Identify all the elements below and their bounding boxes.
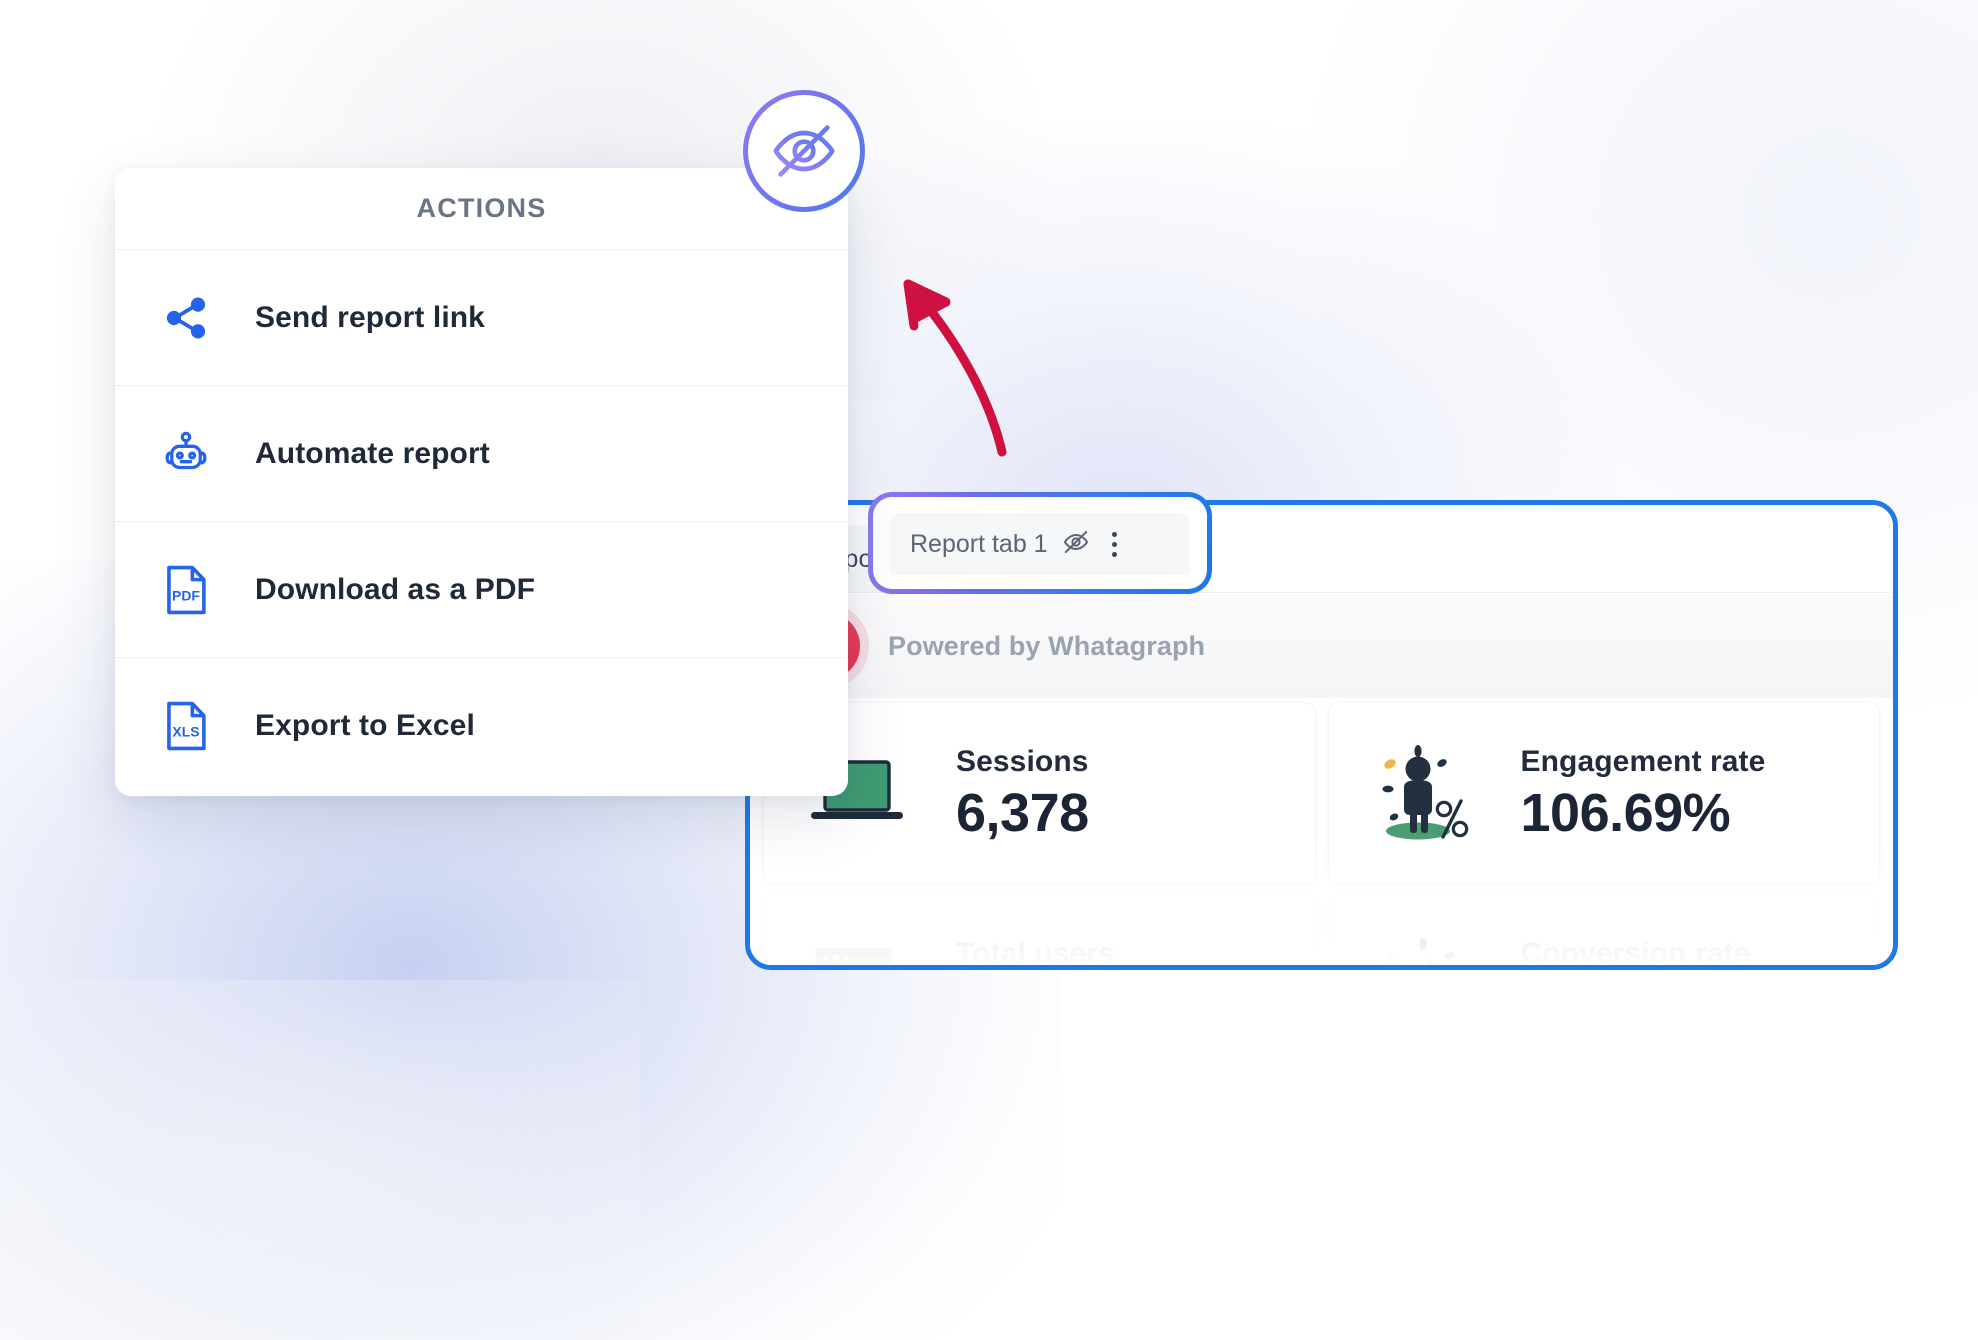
svg-text:PDF: PDF bbox=[172, 587, 200, 603]
action-download-as-pdf[interactable]: PDF Download as a PDF bbox=[115, 522, 848, 658]
robot-icon bbox=[157, 425, 215, 483]
tab-report-tab-1-overlay[interactable]: Report tab 1 bbox=[890, 513, 1190, 575]
actions-panel-header: ACTIONS bbox=[115, 168, 848, 250]
metric-text: Sessions 6,378 bbox=[956, 745, 1089, 842]
browser-user-icon bbox=[798, 933, 916, 965]
eye-slash-icon bbox=[773, 125, 835, 177]
metric-value: 106.69% bbox=[1520, 782, 1731, 843]
metric-card-grid: Sessions 6,378 Engagement rate 106.69% T… bbox=[750, 703, 1893, 970]
pdf-file-icon: PDF bbox=[157, 561, 215, 619]
dot bbox=[1111, 551, 1117, 557]
xls-file-icon: XLS bbox=[157, 697, 215, 755]
action-label: Automate report bbox=[255, 436, 490, 470]
action-send-report-link[interactable]: Send report link bbox=[115, 250, 848, 386]
action-automate-report[interactable]: Automate report bbox=[115, 386, 848, 522]
dot bbox=[1111, 541, 1117, 547]
eye-slash-icon[interactable] bbox=[1062, 528, 1090, 561]
metric-label: Engagement rate bbox=[1520, 744, 1766, 778]
action-label: Send report link bbox=[255, 300, 485, 334]
metric-card-total-users[interactable]: Total users 4,731 bbox=[764, 895, 1315, 970]
action-export-to-excel[interactable]: XLS Export to Excel bbox=[115, 658, 848, 794]
metric-card-conversion-rate[interactable]: Conversion rate 259.57% bbox=[1328, 895, 1879, 970]
metric-text: Engagement rate 106.69% bbox=[1521, 745, 1766, 842]
hide-tab-badge[interactable] bbox=[743, 90, 865, 212]
dot bbox=[1111, 531, 1117, 537]
metric-label: Conversion rate bbox=[1520, 936, 1751, 970]
screenshot-root: Report tab 1 tab bbox=[0, 0, 1978, 1340]
powered-by-label: Powered by Whatagraph bbox=[888, 630, 1206, 661]
person-percent-icon bbox=[1363, 741, 1481, 845]
refresh-cycle-icon bbox=[1363, 933, 1481, 965]
share-icon bbox=[157, 289, 215, 347]
powered-by-row: Powered by Whatagraph bbox=[750, 594, 1893, 698]
action-label: Export to Excel bbox=[255, 709, 475, 742]
action-label: Download as a PDF bbox=[255, 572, 536, 606]
metric-label: Sessions bbox=[956, 744, 1089, 778]
hide-tab-badge-inner bbox=[748, 95, 860, 207]
curved-arrow-icon bbox=[903, 279, 1007, 457]
metric-value: 6,378 bbox=[956, 782, 1089, 843]
tab-label: Report tab 1 bbox=[910, 529, 1048, 558]
metric-card-engagement-rate[interactable]: Engagement rate 106.69% bbox=[1328, 703, 1879, 883]
metric-text: Conversion rate 259.57% bbox=[1520, 936, 1751, 970]
actions-title: ACTIONS bbox=[416, 193, 547, 223]
svg-text:XLS: XLS bbox=[172, 724, 199, 740]
metric-label: Total users bbox=[956, 936, 1115, 970]
background-glow-bottom bbox=[0, 980, 640, 1340]
metric-text: Total users 4,731 bbox=[956, 936, 1115, 970]
three-dots-vertical-icon[interactable] bbox=[1104, 531, 1125, 557]
actions-panel: ACTIONS Send report link Automate report… bbox=[115, 168, 848, 796]
